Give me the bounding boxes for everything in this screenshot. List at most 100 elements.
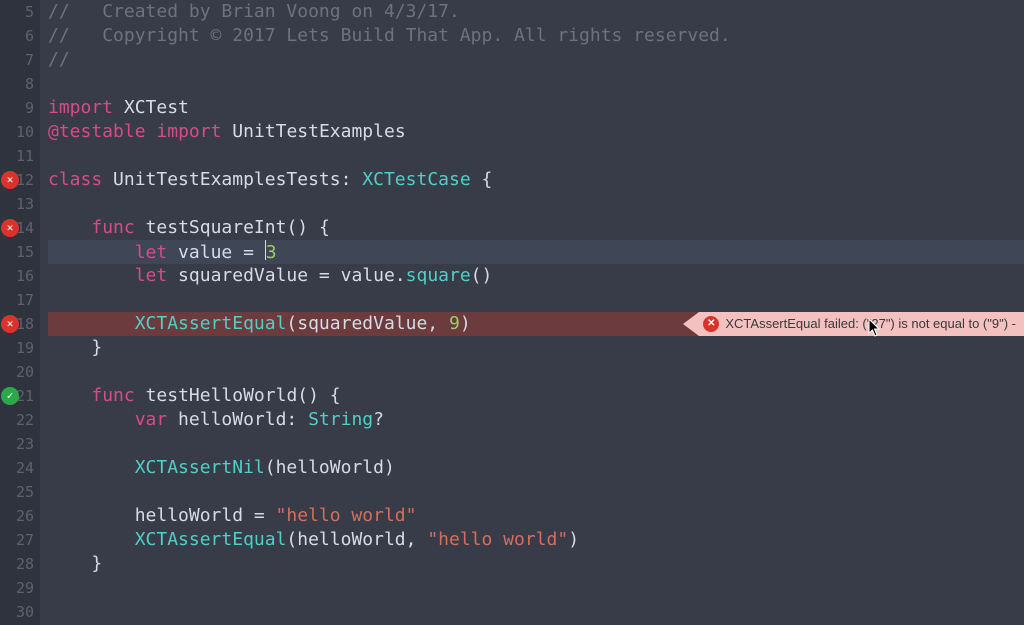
token-plain	[48, 242, 135, 263]
code-editor[interactable]: 56789101112✕1314✕15161718✕192021✓2223242…	[0, 0, 1024, 625]
token-comment: //	[48, 49, 70, 70]
code-line[interactable]	[48, 72, 1024, 96]
code-line[interactable]	[48, 576, 1024, 600]
token-punct: :	[341, 169, 363, 190]
token-fn: XCTAssertEqual	[135, 313, 287, 334]
line-number: 25	[0, 480, 40, 504]
line-number: 14✕	[0, 216, 40, 240]
inline-error-annotation[interactable]: ✕ XCTAssertEqual failed: ("27") is not eq…	[699, 312, 1024, 336]
code-line[interactable]	[48, 432, 1024, 456]
code-line[interactable]: @testable import UnitTestExamples	[48, 120, 1024, 144]
token-punct: () {	[297, 385, 340, 406]
line-number-gutter: 56789101112✕1314✕15161718✕192021✓2223242…	[0, 0, 40, 625]
code-line[interactable]: XCTAssertEqual(squaredValue, 9)✕XCTAsser…	[48, 312, 1024, 336]
inline-error-text: XCTAssertEqual failed: ("27") is not equ…	[725, 312, 1016, 336]
line-number: 28	[0, 552, 40, 576]
test-fail-icon[interactable]: ✕	[1, 219, 19, 237]
token-punct: )	[568, 529, 579, 550]
code-line[interactable]: // Created by Brian Voong on 4/3/17.	[48, 0, 1024, 24]
token-fn: square	[406, 265, 471, 286]
token-plain: testHelloWorld	[146, 385, 298, 406]
token-number: 3	[266, 242, 277, 263]
token-keyword: func	[91, 385, 134, 406]
token-keyword2: @testable	[48, 121, 146, 142]
token-type: XCTestCase	[362, 169, 470, 190]
code-line[interactable]: func testSquareInt() {	[48, 216, 1024, 240]
token-plain: (helloWorld,	[286, 529, 427, 550]
code-line[interactable]: helloWorld = "hello world"	[48, 504, 1024, 528]
token-plain: (squaredValue,	[286, 313, 449, 334]
token-plain: UnitTestExamplesTests	[113, 169, 341, 190]
line-number: 23	[0, 432, 40, 456]
line-number: 6	[0, 24, 40, 48]
code-line[interactable]: class UnitTestExamplesTests: XCTestCase …	[48, 168, 1024, 192]
line-number: 22	[0, 408, 40, 432]
code-line[interactable]	[48, 288, 1024, 312]
code-line[interactable]	[48, 480, 1024, 504]
token-plain	[146, 121, 157, 142]
line-number: 16	[0, 264, 40, 288]
code-line[interactable]	[48, 192, 1024, 216]
token-plain	[113, 97, 124, 118]
token-plain	[48, 217, 91, 238]
token-plain	[135, 217, 146, 238]
code-line[interactable]: let squaredValue = value.square()	[48, 264, 1024, 288]
line-number: 21✓	[0, 384, 40, 408]
code-area[interactable]: // Created by Brian Voong on 4/3/17.// C…	[40, 0, 1024, 625]
token-string: "hello world"	[427, 529, 568, 550]
token-keyword: var	[135, 409, 168, 430]
code-line[interactable]: XCTAssertEqual(helloWorld, "hello world"…	[48, 528, 1024, 552]
token-keyword: class	[48, 169, 102, 190]
token-plain: XCTest	[124, 97, 189, 118]
code-line[interactable]: import XCTest	[48, 96, 1024, 120]
token-punct: () {	[286, 217, 329, 238]
line-number: 29	[0, 576, 40, 600]
token-plain	[48, 313, 135, 334]
code-line[interactable]	[48, 144, 1024, 168]
token-comment: Copyright © 2017 Lets Build That App. Al…	[81, 25, 731, 46]
token-punct: ()	[471, 265, 493, 286]
test-pass-icon[interactable]: ✓	[1, 387, 19, 405]
token-comment: //	[48, 25, 81, 46]
token-fn: XCTAssertEqual	[135, 529, 287, 550]
code-line[interactable]: var helloWorld: String?	[48, 408, 1024, 432]
line-number: 7	[0, 48, 40, 72]
line-number: 8	[0, 72, 40, 96]
token-plain: testSquareInt	[146, 217, 287, 238]
token-plain	[48, 265, 135, 286]
token-plain: (helloWorld)	[265, 457, 395, 478]
line-number: 24	[0, 456, 40, 480]
code-line[interactable]: //	[48, 48, 1024, 72]
code-line[interactable]: XCTAssertNil(helloWorld)	[48, 456, 1024, 480]
token-keyword: let	[135, 242, 168, 263]
code-line[interactable]	[48, 360, 1024, 384]
code-line[interactable]: }	[48, 336, 1024, 360]
token-keyword: func	[91, 217, 134, 238]
test-fail-icon[interactable]: ✕	[1, 171, 19, 189]
test-fail-icon[interactable]: ✕	[1, 315, 19, 333]
token-keyword: import	[156, 121, 221, 142]
token-plain: UnitTestExamples	[232, 121, 405, 142]
error-icon: ✕	[703, 316, 719, 332]
token-punct: ?	[373, 409, 384, 430]
token-plain: squaredValue = value.	[167, 265, 405, 286]
token-punct: {	[471, 169, 493, 190]
token-punct: }	[48, 553, 102, 574]
line-number: 12✕	[0, 168, 40, 192]
line-number: 11	[0, 144, 40, 168]
token-keyword: let	[135, 265, 168, 286]
line-number: 9	[0, 96, 40, 120]
line-number: 15	[0, 240, 40, 264]
token-comment: //	[48, 1, 81, 22]
line-number: 19	[0, 336, 40, 360]
code-line[interactable]: // Copyright © 2017 Lets Build That App.…	[48, 24, 1024, 48]
code-line[interactable]: }	[48, 552, 1024, 576]
code-line[interactable]	[48, 600, 1024, 624]
line-number: 5	[0, 0, 40, 24]
token-plain: value =	[167, 242, 265, 263]
code-line[interactable]: func testHelloWorld() {	[48, 384, 1024, 408]
token-keyword: import	[48, 97, 113, 118]
line-number: 26	[0, 504, 40, 528]
token-comment: Created by Brian Voong on 4/3/17.	[81, 1, 460, 22]
code-line[interactable]: let value = 3	[48, 240, 1024, 264]
